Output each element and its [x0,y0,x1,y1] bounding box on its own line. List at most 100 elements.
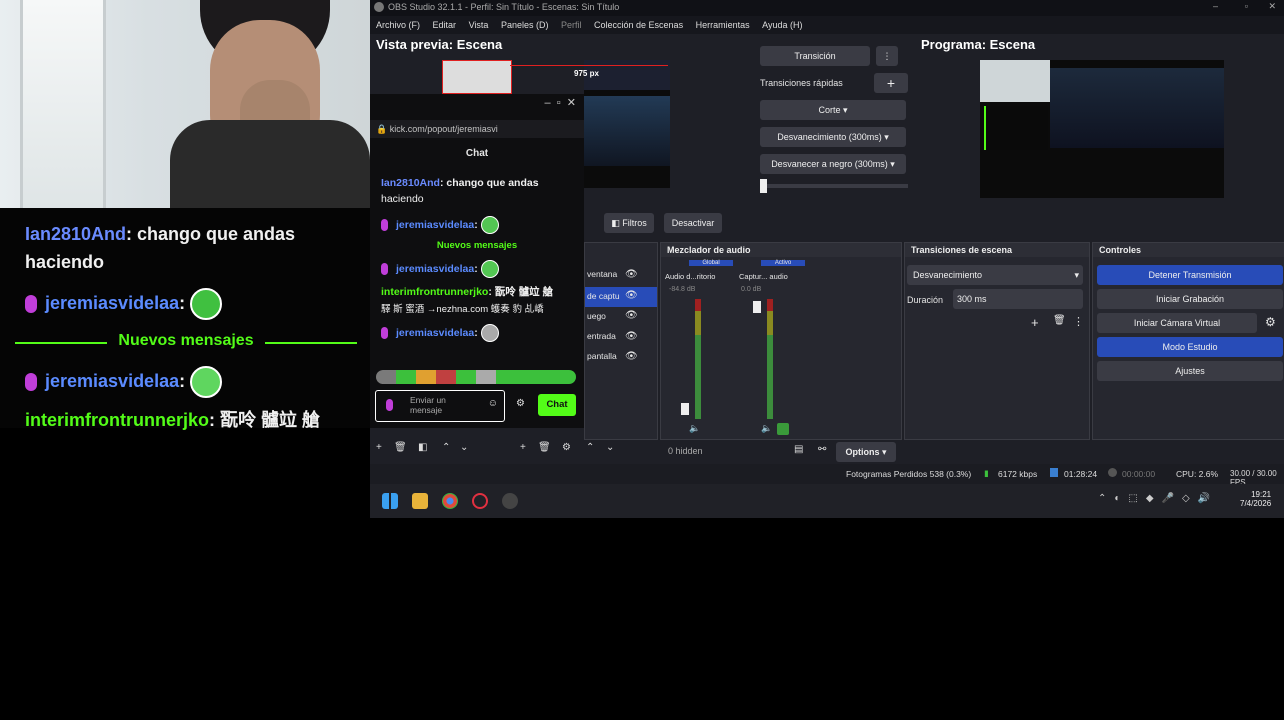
settings-button[interactable]: Ajustes [1097,361,1283,381]
menu-vista[interactable]: Vista [469,20,489,30]
quick-transition-cut[interactable]: Corte ▾ [760,100,906,120]
start-recording-button[interactable]: Iniciar Grabación [1097,289,1283,309]
controls-title: Controles [1093,243,1284,257]
clock[interactable]: 19:21 7/4/2026 [1240,490,1271,508]
desktop-volume-handle[interactable] [681,403,689,415]
add-icon[interactable]: + [520,442,526,453]
quick-transition-fade-black[interactable]: Desvanecer a negro (300ms) ▾ [760,154,906,174]
new-messages-divider: Nuevos mensajes [436,240,518,251]
opera-icon[interactable] [472,493,488,509]
trash-icon[interactable]: 🗑 [1053,315,1066,326]
options-button[interactable]: Options ▾ [836,442,896,462]
link-icon[interactable]: ⚯ [818,444,826,455]
chat-header: Chat [465,148,489,159]
source-item[interactable]: de captu [587,291,620,301]
stream-icon [1050,468,1058,477]
tab-active[interactable]: Activo [761,260,805,266]
obs-taskbar-icon[interactable] [502,493,518,509]
signal-icon: ▮ [984,468,989,478]
add-icon[interactable]: + [376,442,382,453]
mixer-layout-icon[interactable]: ▤ [794,444,803,455]
send-chat-button[interactable]: Chat [538,394,576,416]
speaker-icon[interactable]: 🔈 [761,423,772,434]
emote-bar[interactable] [376,370,576,384]
arrow-down-icon[interactable]: ⌄ [606,442,614,453]
chat-input[interactable]: Enviar un mensaje ☺ [375,390,505,422]
source-item[interactable]: ventana [587,269,617,279]
arrow-up-icon[interactable]: ⌃ [586,442,594,453]
studio-mode-button[interactable]: Modo Estudio [1097,337,1283,357]
trash-icon[interactable]: 🗑 [538,442,551,453]
chevron-down-icon: ▾ [884,132,889,142]
windows-start-icon[interactable] [382,493,398,509]
menu-archivo[interactable]: Archivo (F) [376,20,420,30]
maximize-icon[interactable]: ▫ [1245,1,1248,11]
transition-more-button[interactable]: ⋮ [876,46,898,66]
add-quick-transition-button[interactable]: + [874,73,908,93]
chat-username[interactable]: Ian2810And [381,177,440,189]
transition-select[interactable]: Desvanecimiento ▾ [907,265,1083,285]
source-item[interactable]: entrada [587,331,616,341]
speaker-icon[interactable]: 🔈 [689,423,700,434]
chevron-down-icon: ▾ [890,159,895,169]
add-transition-icon[interactable]: + [1031,315,1039,330]
minimize-icon[interactable]: – [1213,1,1218,11]
deactivate-button[interactable]: Desactivar [664,213,722,233]
menu-editar[interactable]: Editar [433,20,457,30]
overlay-chat-message: jeremiasvidelaa: [25,366,223,398]
chat-text: : 翫呤 髗竝 艙 [488,286,554,298]
chrome-icon[interactable] [442,493,458,509]
background-window [20,0,106,208]
dock-toolbars: + 🗑 ◧ ⌃ ⌄ + 🗑 ⚙ ⌃ ⌄ 0 hidden ▤ ⚯ Options… [370,442,1284,462]
source-item[interactable]: pantalla [587,351,617,361]
arrow-down-icon[interactable]: ⌄ [460,442,468,453]
visibility-icons[interactable]: 👁 👁 👁 👁 👁 [625,265,638,368]
stream-chat-overlay: Ian2810And: chango que andas haciendo je… [0,208,370,430]
preview-webcam-source[interactable] [442,60,512,94]
mic-badge-icon [25,373,37,391]
quick-transition-fade[interactable]: Desvanecimiento (300ms) ▾ [760,127,906,147]
chat-username[interactable]: jeremiasvidelaa [396,219,474,231]
chat-text: : chango que andas [126,224,296,244]
stream-time: 01:28:24 [1064,469,1098,479]
overlay-chat-message: Ian2810And: chango que andas [25,224,295,245]
emote-icon [190,288,223,320]
clock-time: 19:21 [1251,490,1272,499]
headphones-icon[interactable] [777,423,789,435]
system-tray-icons[interactable]: ⌃◐⬚◆🎤◇🔊 [1098,493,1218,504]
emoji-icon[interactable]: ☺ [488,398,498,409]
arrow-up-icon[interactable]: ⌃ [442,442,450,453]
channel-desktop-audio: Audio d...ritorio [665,272,716,281]
gear-icon[interactable]: ⚙ [516,398,525,409]
window-controls[interactable]: – ▫ ✕ [545,96,576,109]
file-explorer-icon[interactable] [412,493,428,509]
more-icon[interactable]: ⋮ [1073,315,1084,328]
stop-stream-button[interactable]: Detener Transmisión [1097,265,1283,285]
start-virtualcam-button[interactable]: Iniciar Cámara Virtual [1097,313,1257,333]
source-item[interactable]: uego [587,311,606,321]
size-label: 975 px [574,69,599,78]
gear-icon[interactable]: ⚙ [562,442,571,453]
chat-username[interactable]: jeremiasvidelaa [396,263,474,275]
url-bar[interactable]: 🔒 kick.com/popout/jeremiasvi [370,120,584,138]
tab-global[interactable]: Global [689,260,733,266]
chat-username[interactable]: interimfrontrunnerjko [381,286,488,298]
filters-button[interactable]: ◧ Filtros [604,213,654,233]
scene-transitions-dock: Transiciones de escena Desvanecimiento ▾ … [904,242,1090,440]
duration-input[interactable]: 300 ms [953,289,1083,309]
chat-username[interactable]: jeremiasvidelaa [396,327,474,339]
trash-icon[interactable]: 🗑 [394,442,407,453]
menu-paneles[interactable]: Paneles (D) [501,20,549,30]
menu-ayuda[interactable]: Ayuda (H) [762,20,802,30]
program-canvas [980,60,1224,198]
filter-icon[interactable]: ◧ [418,442,427,453]
gear-icon[interactable]: ⚙ [1265,315,1276,329]
transition-slider[interactable] [760,179,908,193]
menu-coleccion[interactable]: Colección de Escenas [594,20,683,30]
menu-perfil[interactable]: Perfil [561,20,582,30]
slider-handle[interactable] [760,179,767,193]
capture-volume-handle[interactable] [753,301,761,313]
close-icon[interactable]: ✕ [1268,1,1276,12]
menu-herramientas[interactable]: Herramientas [696,20,750,30]
transition-button[interactable]: Transición [760,46,870,66]
